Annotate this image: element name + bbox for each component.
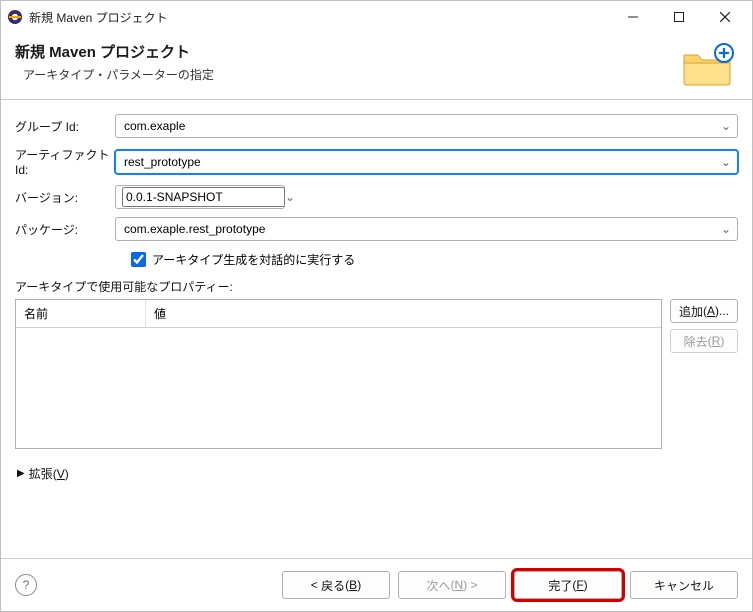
artifact-id-field[interactable]: ⌄ <box>115 150 738 174</box>
version-input[interactable] <box>122 187 285 207</box>
chevron-down-icon[interactable]: ⌄ <box>719 155 733 169</box>
package-field[interactable]: ⌄ <box>115 217 738 241</box>
interactive-checkbox[interactable] <box>131 252 146 267</box>
properties-caption: アーキタイプで使用可能なプロパティー: <box>15 278 738 295</box>
column-header-name[interactable]: 名前 <box>16 300 146 327</box>
dialog-window: 新規 Maven プロジェクト 新規 Maven プロジェクト アーキタイプ・パ… <box>0 0 753 612</box>
expander-triangle-icon: ▶ <box>17 468 25 479</box>
page-title: 新規 Maven プロジェクト <box>15 41 678 62</box>
artifact-id-input[interactable] <box>122 154 719 170</box>
properties-table-body <box>16 328 661 448</box>
chevron-down-icon[interactable]: ⌄ <box>285 190 295 204</box>
window-title: 新規 Maven プロジェクト <box>29 9 168 26</box>
group-id-label: グループ Id: <box>15 118 115 135</box>
package-label: パッケージ: <box>15 221 115 238</box>
finish-button[interactable]: 完了(F) <box>514 571 622 599</box>
back-button[interactable]: < 戻る(B) <box>282 571 390 599</box>
form-area: グループ Id: ⌄ アーティファクト Id: ⌄ バージョン: ⌄ パッケージ… <box>1 100 752 482</box>
app-icon <box>7 9 23 25</box>
package-input[interactable] <box>122 221 719 237</box>
version-label: バージョン: <box>15 189 115 206</box>
group-id-field[interactable]: ⌄ <box>115 114 738 138</box>
advanced-expander[interactable]: ▶ 拡張(V) <box>17 465 738 482</box>
new-project-icon <box>678 41 738 89</box>
chevron-down-icon[interactable]: ⌄ <box>719 222 733 236</box>
add-button[interactable]: 追加(A)... <box>670 299 738 323</box>
group-id-input[interactable] <box>122 118 719 134</box>
maximize-button[interactable] <box>656 2 702 32</box>
dialog-footer: ? < 戻る(B) 次へ(N) > 完了(F) キャンセル <box>1 558 752 611</box>
help-icon[interactable]: ? <box>15 574 37 596</box>
artifact-id-label: アーティファクト Id: <box>15 146 115 177</box>
next-button: 次へ(N) > <box>398 571 506 599</box>
interactive-checkbox-label[interactable]: アーキタイプ生成を対話的に実行する <box>152 251 355 268</box>
version-field[interactable]: ⌄ <box>115 185 285 209</box>
page-subtitle: アーキタイプ・パラメーターの指定 <box>15 66 678 83</box>
chevron-down-icon[interactable]: ⌄ <box>719 119 733 133</box>
close-button[interactable] <box>702 2 748 32</box>
minimize-button[interactable] <box>610 2 656 32</box>
cancel-button[interactable]: キャンセル <box>630 571 738 599</box>
remove-button: 除去(R) <box>670 329 738 353</box>
titlebar: 新規 Maven プロジェクト <box>1 1 752 33</box>
dialog-header: 新規 Maven プロジェクト アーキタイプ・パラメーターの指定 <box>1 33 752 100</box>
properties-table[interactable]: 名前 値 <box>15 299 662 449</box>
column-header-value[interactable]: 値 <box>146 300 661 327</box>
